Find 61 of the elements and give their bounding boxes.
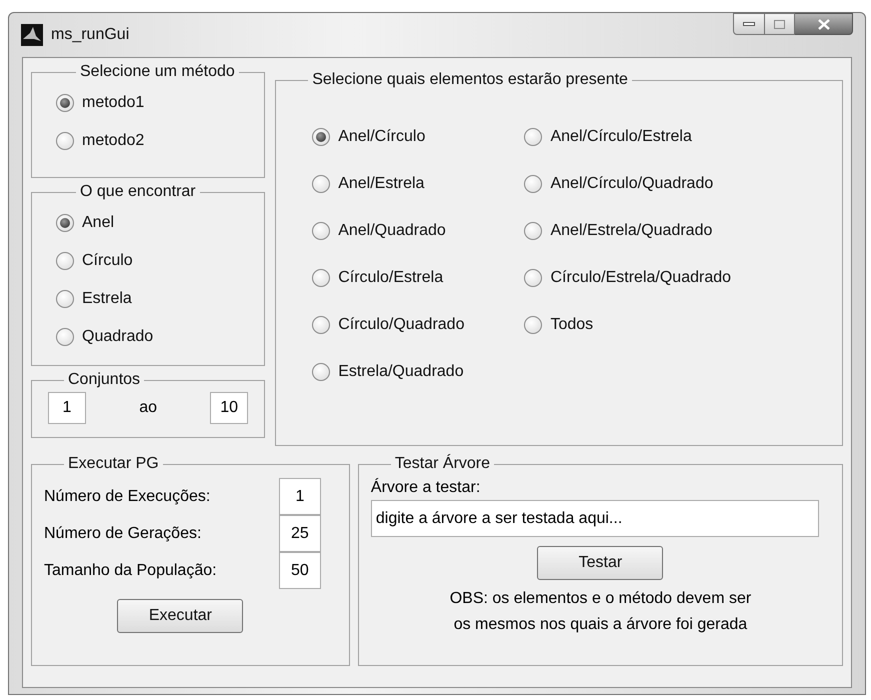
number-field[interactable]: 50 [278, 552, 321, 589]
set-start-field[interactable]: 1 [48, 392, 86, 424]
radio-button[interactable] [524, 128, 542, 146]
app-logo-icon [21, 24, 43, 46]
minimize-button[interactable] [733, 13, 765, 35]
radio-option[interactable]: Estrela [56, 280, 252, 318]
group-title: Selecione um método [79, 62, 236, 82]
radio-button[interactable] [312, 269, 330, 287]
close-icon [816, 18, 830, 30]
group-title: Selecione quais elementos estarão presente [311, 70, 629, 90]
radio-option[interactable]: Anel/Estrela/Quadrado [524, 212, 732, 250]
note-text: OBS: os elementos e o método devem ser [450, 589, 752, 609]
radio-option[interactable]: Círculo [56, 242, 252, 280]
radio-option[interactable]: Círculo/Estrela [312, 259, 464, 297]
window-title: ms_runGui [51, 25, 130, 45]
radio-option[interactable]: Anel/Círculo/Estrela [524, 118, 732, 156]
push-button[interactable]: Executar [117, 599, 244, 633]
number-field[interactable]: 1 [278, 478, 321, 515]
close-button[interactable] [795, 13, 853, 35]
radio-option[interactable]: Círculo/Estrela/Quadrado [524, 259, 732, 297]
radio-option[interactable]: Estrela/Quadrado [312, 353, 464, 391]
radio-button[interactable] [524, 269, 542, 287]
radio-option[interactable]: Círculo/Quadrado [312, 306, 464, 344]
tree-input-field[interactable]: digite a árvore a ser testada aqui... [370, 500, 819, 537]
radio-button[interactable] [524, 175, 542, 193]
radio-option[interactable]: Quadrado [56, 318, 252, 356]
group-title: Testar Árvore [394, 453, 492, 474]
radio-option[interactable]: Todos [524, 306, 732, 344]
range-separator: ao [139, 398, 157, 418]
radio-option[interactable]: Anel/Círculo/Quadrado [524, 165, 732, 203]
radio-button[interactable] [312, 316, 330, 334]
radio-button[interactable] [312, 222, 330, 240]
radio-button[interactable] [56, 214, 74, 232]
set-end-field[interactable]: 10 [210, 392, 248, 424]
radio-option[interactable]: Anel/Círculo [312, 118, 464, 156]
radio-button[interactable] [56, 328, 74, 346]
radio-button[interactable] [524, 316, 542, 334]
radio-button[interactable] [56, 94, 74, 112]
note-text: os mesmos nos quais a árvore foi gerada [454, 615, 748, 635]
radio-button[interactable] [56, 290, 74, 308]
group-title: Conjuntos [67, 370, 142, 390]
radio-button[interactable] [524, 222, 542, 240]
radio-option[interactable]: metodo2 [56, 122, 252, 160]
radio-option[interactable]: Anel/Estrela [312, 165, 464, 203]
field-label: Número de Gerações: [44, 524, 202, 544]
radio-button[interactable] [56, 132, 74, 150]
radio-option[interactable]: Anel [56, 204, 252, 242]
field-label: Número de Execuções: [44, 486, 210, 506]
push-button[interactable]: Testar [537, 546, 664, 580]
group-title: O que encontrar [79, 182, 197, 202]
radio-button[interactable] [56, 252, 74, 270]
number-field[interactable]: 25 [278, 515, 321, 552]
field-label: Árvore a testar: [370, 477, 482, 498]
radio-option[interactable]: metodo1 [56, 84, 252, 122]
radio-button[interactable] [312, 363, 330, 381]
group-title: Executar PG [67, 454, 160, 474]
field-label: Tamanho da População: [44, 560, 217, 580]
radio-button[interactable] [312, 128, 330, 146]
radio-option[interactable]: Anel/Quadrado [312, 212, 464, 250]
maximize-button[interactable] [765, 13, 795, 35]
radio-button[interactable] [312, 175, 330, 193]
